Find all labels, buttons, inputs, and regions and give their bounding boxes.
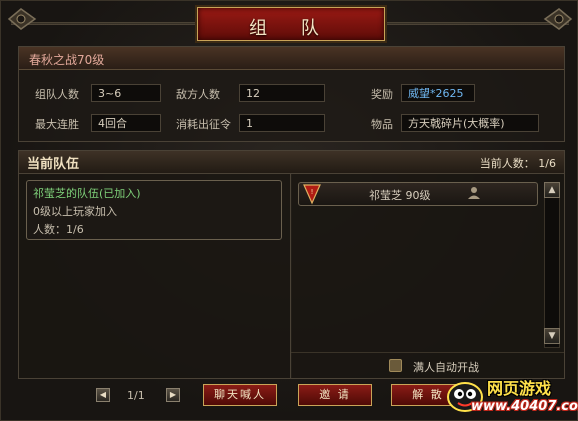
- team-card-members: 人数：1/6: [33, 223, 84, 236]
- watermark-url: www.40407.com: [471, 399, 578, 414]
- next-page-button[interactable]: ▶: [166, 388, 180, 402]
- left-corner-ornament-icon: [7, 8, 37, 30]
- count-label: 当前人数：: [479, 157, 535, 170]
- team-size-label: 组队人数: [35, 88, 79, 101]
- item-field: 方天戟碎片(大概率): [401, 114, 539, 132]
- battle-info-panel: 春秋之战70级 组队人数 3~6 敌方人数 12 奖励 威望*2625 最大连胜…: [18, 46, 565, 142]
- chat-recruit-button[interactable]: 聊天喊人: [203, 384, 277, 406]
- current-team-count: 当前人数： 1/6: [480, 155, 556, 171]
- watermark-main-text: 网页游戏: [487, 379, 552, 398]
- count-value: 1/6: [538, 157, 556, 170]
- team-card-name: 祁莹芝的队伍(已加入): [33, 187, 141, 200]
- member-name: 祁莹芝 90级: [369, 187, 431, 203]
- invite-button[interactable]: 邀 请: [298, 384, 372, 406]
- max-streak-label: 最大连胜: [35, 118, 79, 131]
- reward-field: 威望*2625: [401, 84, 475, 102]
- team-list-panel: 祁莹芝的队伍(已加入) 0级以上玩家加入 人数：1/6: [18, 173, 292, 379]
- cost-label: 消耗出征令: [176, 118, 231, 131]
- member-name-text: 祁莹芝: [369, 189, 402, 202]
- window-title: 组 队: [249, 18, 333, 39]
- leader-emblem-icon: !: [303, 184, 321, 205]
- team-card-requirement: 0级以上玩家加入: [33, 205, 117, 218]
- right-corner-ornament-icon: [543, 8, 573, 30]
- max-streak-field: 4回合: [91, 114, 161, 132]
- scroll-down-button[interactable]: ▼: [544, 328, 560, 344]
- scroll-up-button[interactable]: ▲: [544, 182, 560, 198]
- reward-label: 奖励: [371, 88, 393, 101]
- title-plate: 组 队: [197, 7, 385, 41]
- enemy-count-field: 12: [239, 84, 325, 102]
- auto-start-checkbox[interactable]: [389, 359, 402, 372]
- team-card[interactable]: 祁莹芝的队伍(已加入) 0级以上玩家加入 人数：1/6: [26, 180, 282, 240]
- member-level: 90级: [405, 189, 431, 202]
- page-indicator: 1/1: [127, 389, 145, 402]
- item-label: 物品: [371, 118, 393, 131]
- battle-info-header: 春秋之战70级: [19, 47, 564, 70]
- prev-page-button[interactable]: ◀: [96, 388, 110, 402]
- enemy-count-label: 敌方人数: [176, 88, 220, 101]
- current-team-title: 当前队伍: [27, 157, 80, 172]
- team-size-field: 3~6: [91, 84, 161, 102]
- team-window: 组 队 春秋之战70级 组队人数 3~6 敌方人数 12 奖励 威望*2625 …: [0, 0, 578, 421]
- site-watermark: 网页游戏 www.40407.com: [441, 371, 578, 421]
- member-list-panel: ! 祁莹芝 90级 ▲ ▼ 满人自动开战: [290, 173, 565, 379]
- person-icon: [468, 187, 480, 199]
- battle-name: 春秋之战70级: [29, 53, 105, 67]
- member-row[interactable]: ! 祁莹芝 90级: [298, 182, 538, 206]
- member-scrollbar[interactable]: [544, 182, 560, 348]
- cost-field: 1: [239, 114, 325, 132]
- title-bar: 组 队: [1, 1, 578, 41]
- current-team-header: 当前队伍 当前人数： 1/6: [18, 150, 565, 174]
- svg-text:!: !: [311, 188, 314, 196]
